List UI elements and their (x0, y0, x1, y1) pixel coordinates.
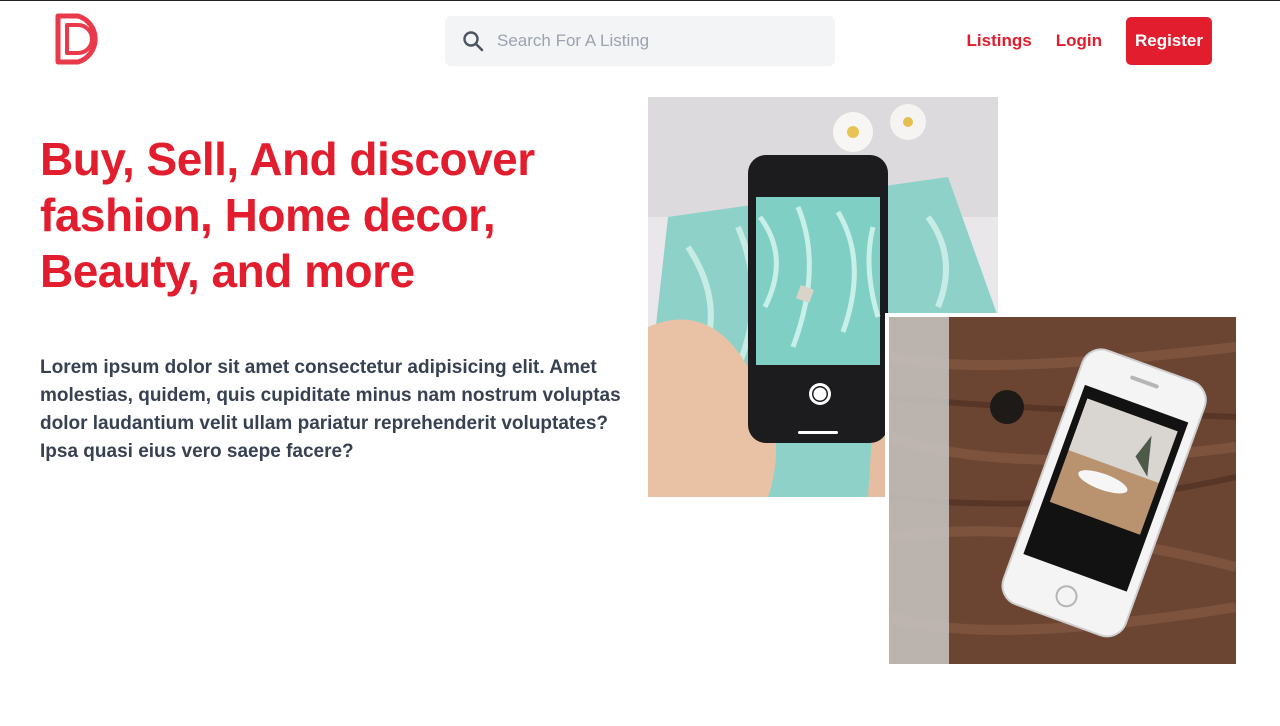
logo-icon (55, 13, 98, 65)
top-nav: Listings Login Register (943, 17, 1212, 65)
search-icon (461, 29, 485, 53)
nav-login-link[interactable]: Login (1056, 31, 1102, 51)
hero-headline: Buy, Sell, And discover fashion, Home de… (40, 133, 535, 297)
nav-listings-link[interactable]: Listings (967, 31, 1032, 51)
hero-description: Lorem ipsum dolor sit amet consectetur a… (40, 357, 621, 462)
logo[interactable] (54, 13, 108, 65)
search-input[interactable] (497, 31, 817, 51)
hero-photo-phone-on-table (885, 313, 1240, 668)
register-button[interactable]: Register (1125, 17, 1212, 65)
search-bar[interactable] (445, 16, 835, 66)
